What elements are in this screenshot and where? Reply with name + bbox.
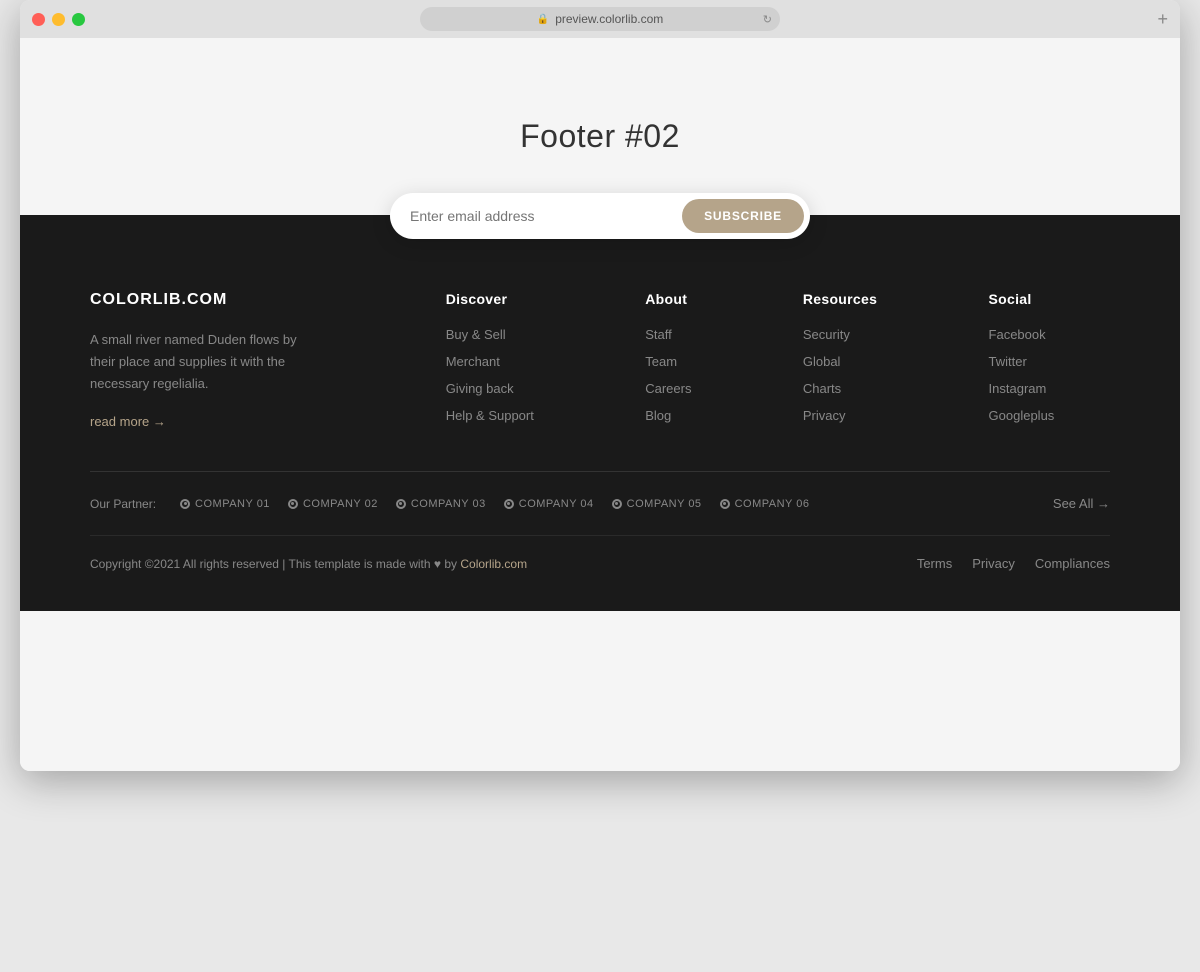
new-tab-button[interactable]: + [1157,10,1168,28]
footer-col-resources: Resources Security Global Charts Privacy [803,291,877,431]
footer-copyright: Copyright ©2021 All rights reserved | Th… [90,557,527,571]
col-title-social: Social [989,291,1055,307]
link-googleplus[interactable]: Googleplus [989,408,1055,423]
subscribe-bar: SUBSCRIBE [20,215,1180,261]
close-button[interactable] [32,13,45,26]
link-security[interactable]: Security [803,327,877,342]
hero-section: Footer #02 [20,38,1180,215]
link-charts[interactable]: Charts [803,381,877,396]
page-content: Footer #02 SUBSCRIBE COLORLIB.COM A smal… [20,38,1180,771]
partner-4: COMPANY 04 [504,498,594,510]
hero-title: Footer #02 [520,118,680,155]
partner-1: COMPANY 01 [180,498,270,510]
traffic-lights [32,13,85,26]
link-careers[interactable]: Careers [645,381,691,396]
partner-dot-icon-6 [720,499,730,509]
partner-dot-icon-2 [288,499,298,509]
link-instagram[interactable]: Instagram [989,381,1055,396]
lock-icon: 🔒 [537,14,549,25]
link-buy-sell[interactable]: Buy & Sell [446,327,534,342]
link-blog[interactable]: Blog [645,408,691,423]
subscribe-button[interactable]: SUBSCRIBE [682,199,804,233]
copyright-link[interactable]: Colorlib.com [460,557,527,571]
partner-name-3: COMPANY 03 [411,498,486,510]
footer-divider [90,471,1110,472]
col-title-discover: Discover [446,291,534,307]
url-text: preview.colorlib.com [555,12,663,26]
link-privacy-resources[interactable]: Privacy [803,408,877,423]
maximize-button[interactable] [72,13,85,26]
partner-name-1: COMPANY 01 [195,498,270,510]
subscribe-form: SUBSCRIBE [390,193,810,239]
read-more-link[interactable]: read more → [90,414,166,429]
address-bar[interactable]: 🔒 preview.colorlib.com ↻ [420,7,780,31]
browser-window: 🔒 preview.colorlib.com ↻ + Footer #02 SU… [20,0,1180,771]
social-links: Facebook Twitter Instagram Googleplus [989,327,1055,423]
footer-brand: COLORLIB.COM A small river named Duden f… [90,291,390,431]
brand-name: COLORLIB.COM [90,291,390,309]
footer-legal-links: Terms Privacy Compliances [917,556,1110,571]
footer: COLORLIB.COM A small river named Duden f… [20,261,1180,611]
partners-label: Our Partner: [90,497,156,511]
brand-description: A small river named Duden flows by their… [90,329,310,395]
partner-5: COMPANY 05 [612,498,702,510]
footer-col-about: About Staff Team Careers Blog [645,291,691,431]
title-bar: 🔒 preview.colorlib.com ↻ + [20,0,1180,38]
about-links: Staff Team Careers Blog [645,327,691,423]
below-footer-area [20,611,1180,771]
col-title-about: About [645,291,691,307]
legal-link-terms[interactable]: Terms [917,556,952,571]
footer-bottom: Copyright ©2021 All rights reserved | Th… [90,556,1110,571]
link-giving-back[interactable]: Giving back [446,381,534,396]
legal-link-privacy[interactable]: Privacy [972,556,1015,571]
partner-dot-icon-3 [396,499,406,509]
footer-divider2 [90,535,1110,536]
partner-dot-icon [180,499,190,509]
resources-links: Security Global Charts Privacy [803,327,877,423]
refresh-icon: ↻ [763,13,772,26]
link-merchant[interactable]: Merchant [446,354,534,369]
legal-link-compliances[interactable]: Compliances [1035,556,1110,571]
discover-links: Buy & Sell Merchant Giving back Help & S… [446,327,534,423]
partners-bar: Our Partner: COMPANY 01 COMPANY 02 COMPA… [90,496,1110,535]
link-team[interactable]: Team [645,354,691,369]
partner-6: COMPANY 06 [720,498,810,510]
link-global[interactable]: Global [803,354,877,369]
link-help-support[interactable]: Help & Support [446,408,534,423]
col-title-resources: Resources [803,291,877,307]
footer-col-social: Social Facebook Twitter Instagram Google… [989,291,1055,431]
partner-3: COMPANY 03 [396,498,486,510]
partner-name-6: COMPANY 06 [735,498,810,510]
link-twitter[interactable]: Twitter [989,354,1055,369]
partner-name-2: COMPANY 02 [303,498,378,510]
footer-col-discover: Discover Buy & Sell Merchant Giving back… [446,291,534,431]
partner-dot-icon-4 [504,499,514,509]
minimize-button[interactable] [52,13,65,26]
partner-name-4: COMPANY 04 [519,498,594,510]
email-input[interactable] [410,208,682,224]
link-staff[interactable]: Staff [645,327,691,342]
partner-2: COMPANY 02 [288,498,378,510]
partners-list: COMPANY 01 COMPANY 02 COMPANY 03 COMPANY… [180,498,1053,510]
footer-main: COLORLIB.COM A small river named Duden f… [90,261,1110,471]
link-facebook[interactable]: Facebook [989,327,1055,342]
copyright-text: Copyright ©2021 All rights reserved | Th… [90,557,457,571]
partner-name-5: COMPANY 05 [627,498,702,510]
partner-dot-icon-5 [612,499,622,509]
footer-columns: Discover Buy & Sell Merchant Giving back… [390,291,1110,431]
see-all-link[interactable]: See All → [1053,496,1110,511]
